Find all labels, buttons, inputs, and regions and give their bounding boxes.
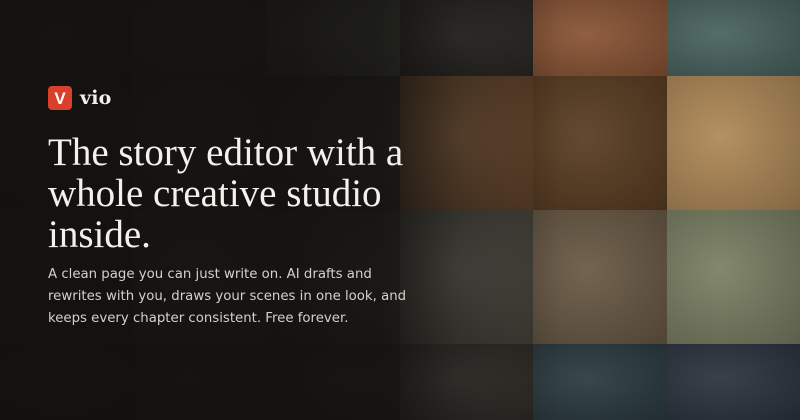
brand[interactable]: V vio (48, 86, 112, 110)
brand-name: vio (80, 87, 112, 109)
logo-letter: V (54, 88, 66, 108)
vio-logo-icon: V (48, 86, 72, 110)
hero-banner: V vio The story editor with a whole crea… (0, 0, 800, 420)
hero-headline: The story editor with a whole creative s… (48, 131, 404, 256)
hero-subcopy: A clean page you can just write on. AI d… (48, 267, 407, 326)
